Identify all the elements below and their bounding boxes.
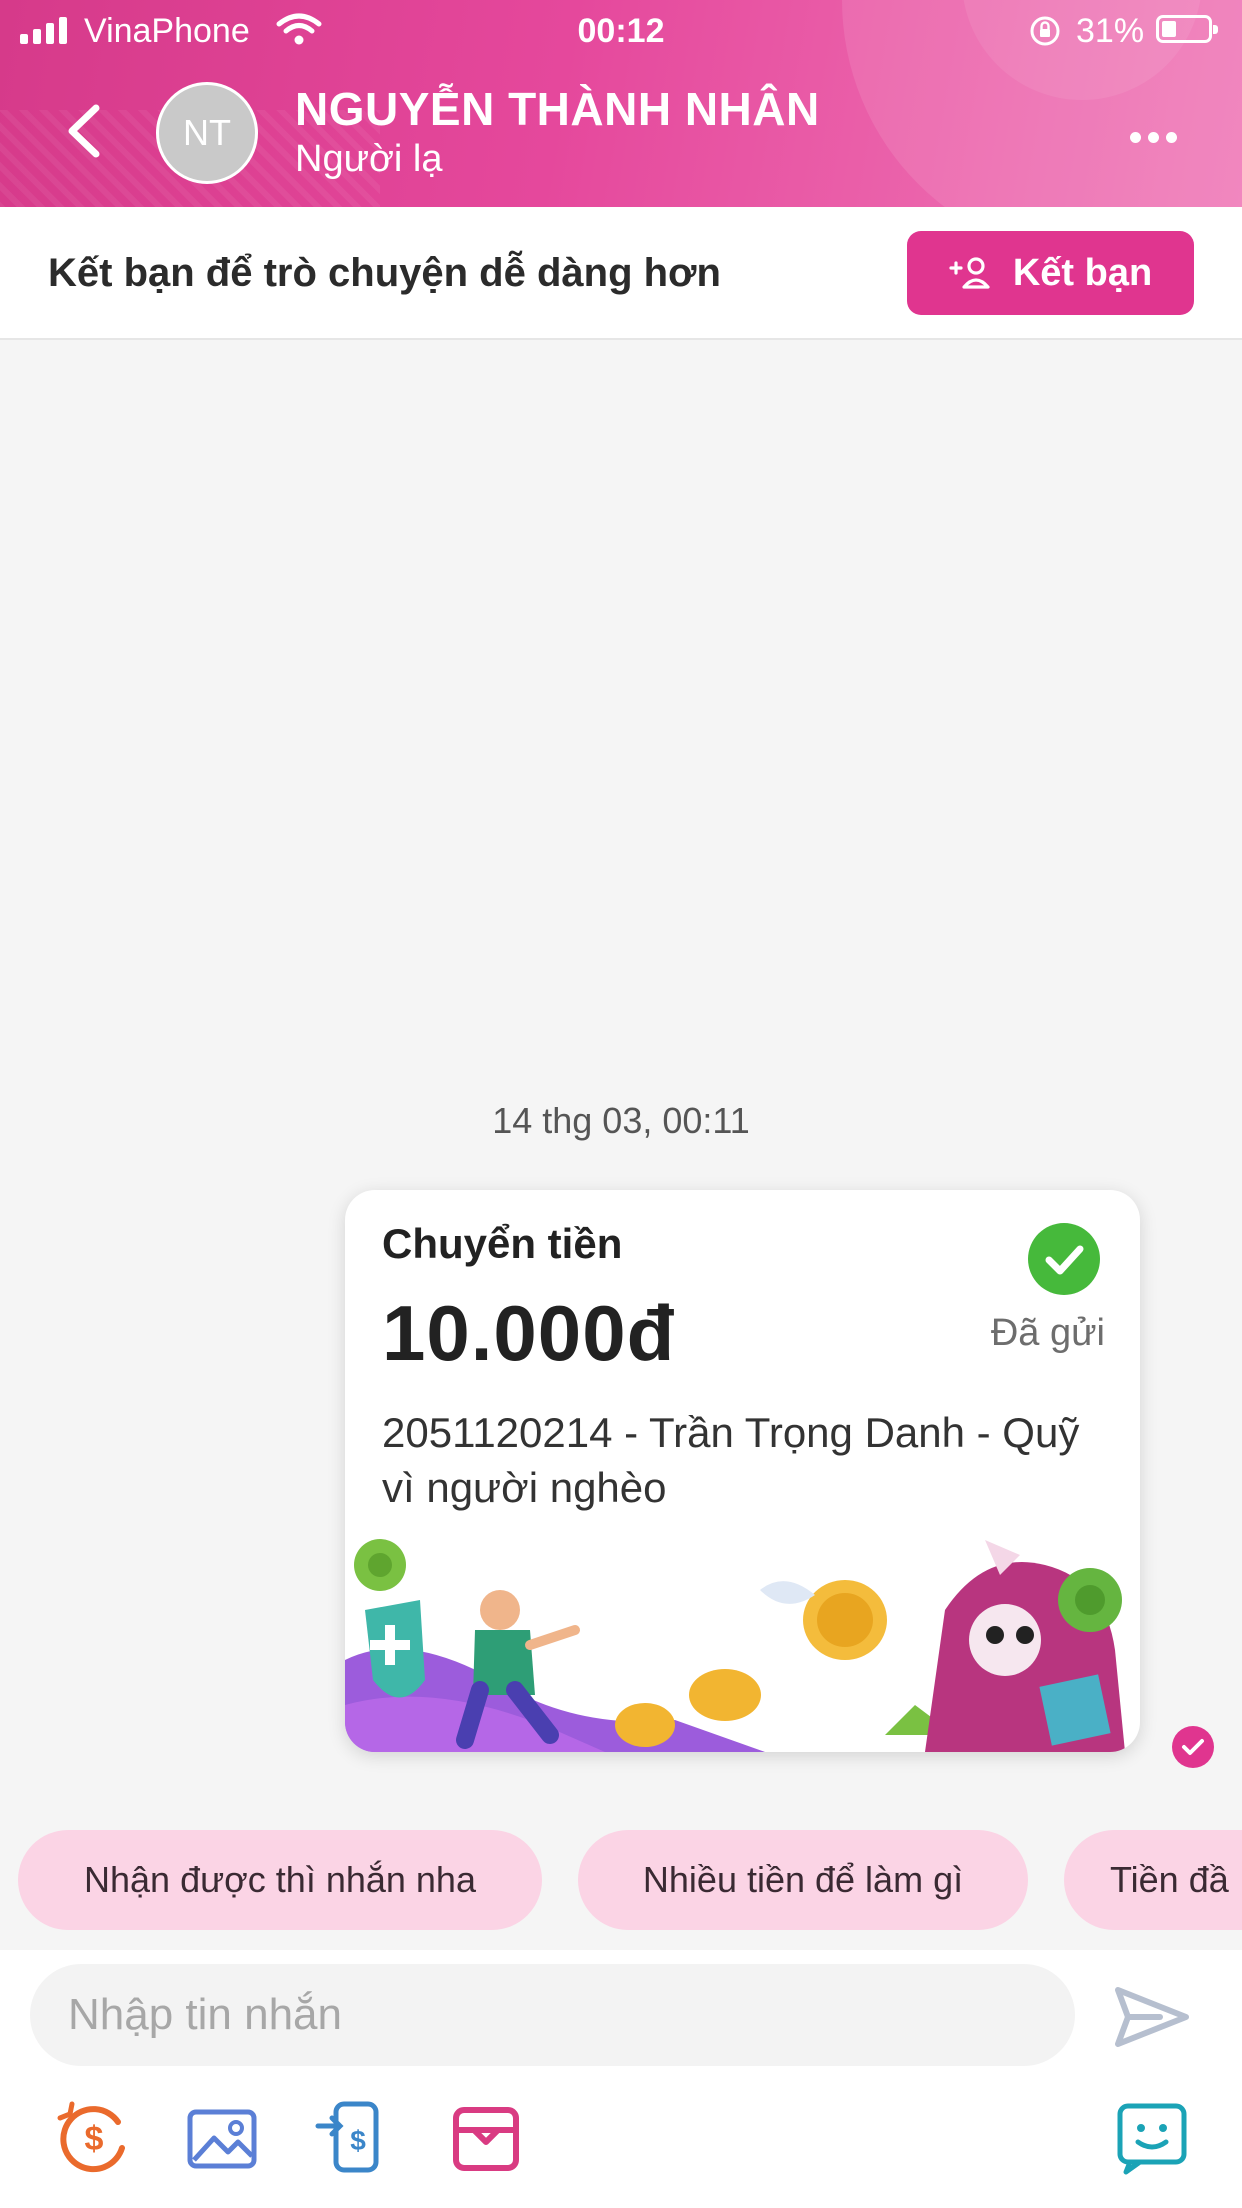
quick-reply-chip[interactable]: Nhận được thì nhắn nha: [18, 1830, 542, 1930]
quick-replies: Nhận được thì nhắn nha Nhiều tiền để làm…: [0, 1830, 1242, 1934]
sent-status-icon: [1172, 1726, 1214, 1768]
chat-header: VinaPhone 00:12 31% NT NGUYỄN THÀNH NHÂN…: [0, 0, 1242, 207]
transfer-amount: 10.000đ: [382, 1289, 676, 1377]
money-transfer-card[interactable]: Chuyển tiền 10.000đ Đã gửi 2051120214 - …: [345, 1190, 1140, 1752]
more-options-icon[interactable]: [1130, 132, 1177, 143]
add-friend-button[interactable]: Kết bạn: [907, 231, 1194, 315]
add-friend-prompt: Kết bạn để trò chuyện dễ dàng hơn: [48, 251, 721, 295]
gift-icon[interactable]: [448, 2100, 524, 2176]
sticker-icon[interactable]: [1114, 2100, 1190, 2176]
money-icon[interactable]: $: [56, 2100, 132, 2176]
success-check-icon: [1028, 1223, 1100, 1295]
add-friend-banner: Kết bạn để trò chuyện dễ dàng hơn Kết bạ…: [0, 207, 1242, 340]
rotation-lock-icon: [1030, 16, 1060, 46]
transfer-title: Chuyển tiền: [382, 1220, 623, 1267]
quick-reply-chip[interactable]: Nhiều tiền để làm gì: [578, 1830, 1028, 1930]
message-input[interactable]: [30, 1964, 1075, 2066]
contact-relationship: Người lạ: [295, 138, 443, 180]
composer: $ $: [0, 1950, 1242, 2208]
send-icon[interactable]: [1112, 1982, 1192, 2052]
add-friend-button-label: Kết bạn: [1012, 251, 1153, 294]
transfer-illustration: [345, 1539, 1125, 1752]
back-icon[interactable]: [54, 96, 114, 166]
transfer-status: Đã gửi: [990, 1312, 1105, 1354]
contact-name: NGUYỄN THÀNH NHÂN: [295, 83, 820, 135]
avatar[interactable]: NT: [156, 82, 258, 184]
message-timestamp: 14 thg 03, 00:11: [492, 1100, 750, 1141]
image-icon[interactable]: [184, 2100, 260, 2176]
quick-reply-chip[interactable]: Tiền đầ: [1064, 1830, 1242, 1930]
status-bar: VinaPhone 00:12 31%: [0, 0, 1242, 62]
svg-text:$: $: [85, 2120, 104, 2158]
battery-percent: 31%: [1076, 12, 1145, 50]
battery-icon: [1156, 15, 1218, 43]
transfer-icon[interactable]: $: [314, 2100, 390, 2176]
transfer-description: 2051120214 - Trần Trọng Danh - Quỹ vì ng…: [382, 1409, 1080, 1511]
svg-text:$: $: [350, 2125, 366, 2156]
add-user-icon: [949, 257, 990, 289]
